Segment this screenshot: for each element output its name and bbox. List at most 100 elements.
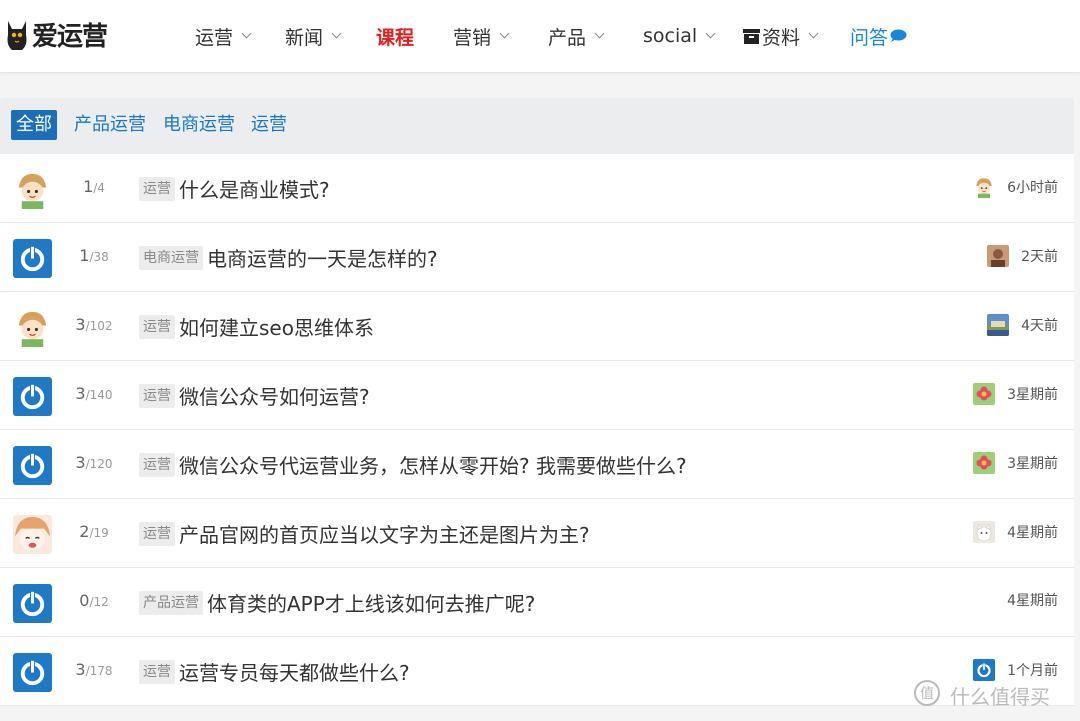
question-title-link[interactable]: 微信公众号代运营业务，怎样从零开始? 我需要做些什么? bbox=[179, 450, 687, 479]
question-row[interactable]: 3/120 运营 微信公众号代运营业务，怎样从零开始? 我需要做些什么? 3星期… bbox=[0, 430, 1074, 499]
category-tag[interactable]: 运营 bbox=[139, 659, 175, 684]
answer-view-count: 3/140 bbox=[62, 384, 126, 403]
question-title-link[interactable]: 运营专员每天都做些什么? bbox=[179, 657, 410, 686]
answer-count: 1 bbox=[79, 246, 90, 265]
category-tag[interactable]: 运营 bbox=[139, 176, 175, 201]
question-title-group: 运营 什么是商业模式? bbox=[139, 174, 330, 203]
category-filter-bar: 全部 产品运营 电商运营 运营 bbox=[0, 98, 1074, 154]
question-title-link[interactable]: 如何建立seo思维体系 bbox=[179, 312, 374, 341]
last-activity-time: 3星期前 bbox=[1007, 387, 1058, 403]
chevron-down-icon bbox=[499, 28, 510, 38]
answer-view-count: 2/19 bbox=[62, 522, 126, 541]
watermark-text: 什么值得买 bbox=[950, 684, 1050, 709]
nav-label: 新闻 bbox=[285, 26, 324, 49]
question-title-link[interactable]: 产品官网的首页应当以文字为主还是图片为主? bbox=[179, 519, 590, 548]
view-count: /102 bbox=[85, 319, 113, 333]
category-tag[interactable]: 运营 bbox=[139, 452, 175, 477]
chevron-down-icon bbox=[331, 28, 342, 38]
answer-count: 3 bbox=[75, 315, 86, 334]
category-tag[interactable]: 电商运营 bbox=[139, 245, 203, 270]
last-activity-time: 4星期前 bbox=[1007, 525, 1058, 541]
author-avatar[interactable] bbox=[13, 653, 52, 692]
author-avatar[interactable] bbox=[13, 377, 52, 416]
last-responder-avatar[interactable] bbox=[987, 314, 1010, 336]
question-title-group: 运营 微信公众号如何运营? bbox=[139, 381, 370, 410]
answer-count: 0 bbox=[79, 591, 90, 610]
author-avatar[interactable] bbox=[13, 170, 52, 209]
nav-label: 营销 bbox=[453, 26, 492, 49]
archive-box-icon bbox=[743, 28, 760, 44]
category-tag[interactable]: 运营 bbox=[139, 314, 175, 339]
nav-item-marketing[interactable]: 营销 bbox=[453, 22, 510, 50]
author-avatar[interactable] bbox=[13, 308, 52, 347]
answer-view-count: 3/102 bbox=[62, 315, 126, 334]
filter-operations[interactable]: 运营 bbox=[246, 110, 292, 140]
category-tag[interactable]: 产品运营 bbox=[139, 590, 203, 615]
question-list: 1/4 运营 什么是商业模式? 6小时前 1/38 电商运营 电商运营的一天是怎… bbox=[0, 154, 1074, 706]
nav-item-resources[interactable]: 资料 bbox=[743, 22, 819, 50]
category-tag[interactable]: 运营 bbox=[139, 383, 175, 408]
question-row[interactable]: 1/4 运营 什么是商业模式? 6小时前 bbox=[0, 154, 1074, 223]
nav-label: 产品 bbox=[548, 26, 587, 49]
nav-label: 运营 bbox=[195, 26, 234, 49]
last-activity: 6小时前 bbox=[973, 176, 1058, 198]
last-activity-time: 1个月前 bbox=[1007, 663, 1058, 679]
question-title-group: 运营 如何建立seo思维体系 bbox=[139, 312, 374, 341]
watermark: 值 什么值得买 bbox=[912, 678, 1050, 712]
nav-item-news[interactable]: 新闻 bbox=[285, 22, 342, 50]
filter-ecommerce-operations[interactable]: 电商运营 bbox=[158, 110, 240, 140]
author-avatar[interactable] bbox=[13, 446, 52, 485]
last-activity: 4星期前 bbox=[1007, 590, 1058, 610]
last-responder-avatar[interactable] bbox=[973, 176, 996, 198]
author-avatar[interactable] bbox=[13, 515, 52, 554]
nav-label: 资料 bbox=[762, 26, 801, 49]
last-activity-time: 3星期前 bbox=[1007, 456, 1058, 472]
answer-count: 1 bbox=[83, 177, 94, 196]
question-title-group: 运营 产品官网的首页应当以文字为主还是图片为主? bbox=[139, 519, 590, 548]
nav-label: social bbox=[643, 25, 698, 47]
author-avatar[interactable] bbox=[13, 239, 52, 278]
answer-view-count: 3/178 bbox=[62, 660, 126, 679]
nav-item-qa[interactable]: 问答 bbox=[850, 22, 907, 50]
question-title-link[interactable]: 体育类的APP才上线该如何去推广呢? bbox=[207, 588, 535, 617]
question-row[interactable]: 2/19 运营 产品官网的首页应当以文字为主还是图片为主? 4星期前 bbox=[0, 499, 1074, 568]
nav-item-product[interactable]: 产品 bbox=[548, 22, 605, 50]
last-responder-avatar[interactable] bbox=[973, 452, 996, 474]
question-title-link[interactable]: 微信公众号如何运营? bbox=[179, 381, 370, 410]
question-title-link[interactable]: 电商运营的一天是怎样的? bbox=[207, 243, 438, 272]
question-row[interactable]: 3/140 运营 微信公众号如何运营? 3星期前 bbox=[0, 361, 1074, 430]
last-activity: 3星期前 bbox=[973, 452, 1058, 474]
top-navigation-bar: 爱运营 运营 新闻 课程 营销 产品 social 资料 问答 bbox=[0, 0, 1080, 73]
last-activity: 2天前 bbox=[987, 245, 1058, 267]
answer-count: 2 bbox=[79, 522, 90, 541]
view-count: /19 bbox=[89, 526, 109, 540]
question-title-group: 运营 微信公众号代运营业务，怎样从零开始? 我需要做些什么? bbox=[139, 450, 687, 479]
author-avatar[interactable] bbox=[13, 584, 52, 623]
question-row[interactable]: 0/12 产品运营 体育类的APP才上线该如何去推广呢? 4星期前 bbox=[0, 568, 1074, 637]
question-row[interactable]: 1/38 电商运营 电商运营的一天是怎样的? 2天前 bbox=[0, 223, 1074, 292]
answer-view-count: 1/38 bbox=[62, 246, 126, 265]
question-row[interactable]: 3/102 运营 如何建立seo思维体系 4天前 bbox=[0, 292, 1074, 361]
filter-all[interactable]: 全部 bbox=[11, 110, 57, 140]
last-activity-time: 4星期前 bbox=[1007, 593, 1058, 609]
question-title-link[interactable]: 什么是商业模式? bbox=[179, 174, 330, 203]
category-tag[interactable]: 运营 bbox=[139, 521, 175, 546]
nav-item-operations[interactable]: 运营 bbox=[195, 22, 252, 50]
last-activity-time: 6小时前 bbox=[1007, 180, 1058, 196]
last-activity: 4星期前 bbox=[973, 521, 1058, 543]
last-responder-avatar[interactable] bbox=[973, 383, 996, 405]
chevron-down-icon bbox=[241, 28, 252, 38]
filter-product-operations[interactable]: 产品运营 bbox=[69, 110, 151, 140]
view-count: /4 bbox=[93, 181, 105, 195]
last-activity: 3星期前 bbox=[973, 383, 1058, 405]
answer-view-count: 0/12 bbox=[62, 591, 126, 610]
nav-item-social[interactable]: social bbox=[643, 22, 716, 50]
last-responder-avatar[interactable] bbox=[987, 245, 1010, 267]
nav-item-courses[interactable]: 课程 bbox=[376, 22, 414, 50]
last-activity-time: 4天前 bbox=[1021, 318, 1058, 334]
chevron-down-icon bbox=[705, 28, 716, 38]
last-responder-avatar[interactable] bbox=[973, 521, 996, 543]
answer-view-count: 1/4 bbox=[62, 177, 126, 196]
question-title-group: 产品运营 体育类的APP才上线该如何去推广呢? bbox=[139, 588, 535, 617]
answer-count: 3 bbox=[75, 453, 86, 472]
